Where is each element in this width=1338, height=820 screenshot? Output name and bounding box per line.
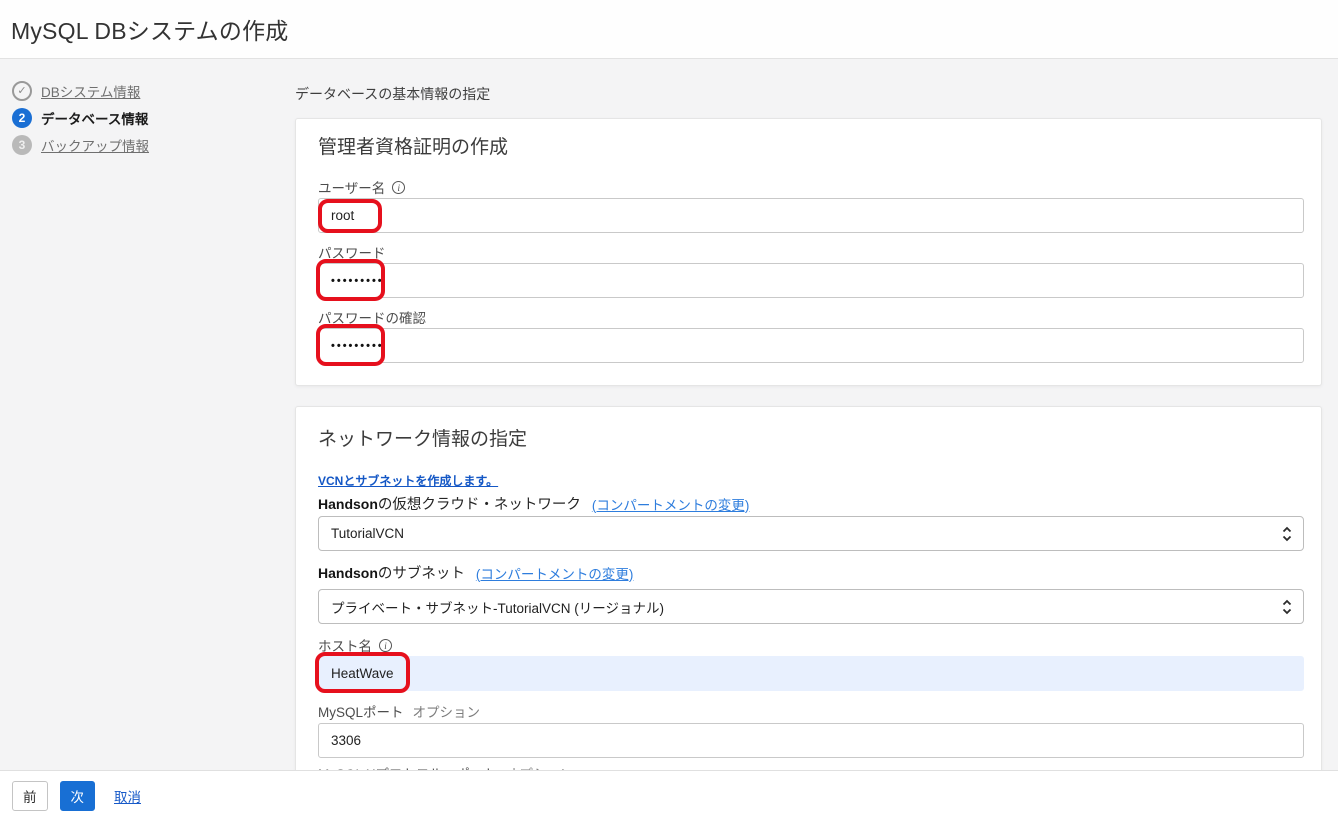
select-chevron-icon [1282, 599, 1292, 615]
credentials-card: 管理者資格証明の作成 ユーザー名 i パスワード パスワードの確認 [295, 118, 1322, 386]
hostname-input-wrap [318, 656, 1304, 691]
select-chevron-icon [1282, 526, 1292, 542]
wizard-step-db-system-info[interactable]: ✓ DBシステム情報 [12, 81, 292, 101]
subnet-select[interactable]: プライベート・サブネット-TutorialVCN (リージョナル) [318, 589, 1304, 624]
mysql-xport-label-text: MySQL Xプロトコル・ポート [318, 763, 497, 770]
wizard-step-backup-info[interactable]: 3 バックアップ情報 [12, 135, 292, 155]
subnet-select-value: プライベート・サブネット-TutorialVCN (リージョナル) [331, 597, 664, 617]
info-icon[interactable]: i [379, 639, 392, 652]
vcn-change-compartment-link[interactable]: (コンパートメントの変更) [592, 494, 750, 514]
network-card-title: ネットワーク情報の指定 [318, 429, 1304, 451]
wizard-step-label: データベース情報 [41, 108, 148, 128]
password-confirm-label-text: パスワードの確認 [318, 307, 426, 327]
password-confirm-input[interactable] [318, 328, 1304, 363]
mysql-port-label-text: MySQLポート [318, 701, 404, 721]
vcn-label-row: Handson の仮想クラウド・ネットワーク (コンパートメントの変更) [318, 495, 1304, 512]
password-confirm-label: パスワードの確認 [318, 309, 1304, 325]
create-vcn-link[interactable]: VCNとサブネットを作成します。 [318, 472, 498, 489]
step-number-icon: 2 [12, 108, 32, 128]
credentials-card-title: 管理者資格証明の作成 [318, 137, 1304, 159]
previous-button[interactable]: 前 [12, 781, 48, 811]
step-complete-check-icon: ✓ [12, 81, 32, 101]
section-subtitle: データベースの基本情報の指定 [295, 84, 1322, 100]
page-body: ✓ DBシステム情報 2 データベース情報 3 バックアップ情報 データベースの… [0, 60, 1338, 770]
password-input-wrap [318, 263, 1304, 298]
page-title: MySQL DBシステムの作成 [11, 12, 288, 46]
wizard-step-database-info: 2 データベース情報 [12, 108, 292, 128]
mysql-port-label: MySQLポート オプション [318, 703, 1304, 719]
next-button[interactable]: 次 [60, 781, 96, 811]
hostname-input[interactable] [318, 656, 1304, 691]
password-label: パスワード [318, 244, 1304, 260]
vcn-select-value: TutorialVCN [331, 526, 404, 541]
password-confirm-input-wrap [318, 328, 1304, 363]
vcn-select[interactable]: TutorialVCN [318, 516, 1304, 551]
username-label-text: ユーザー名 [318, 177, 385, 197]
network-card: ネットワーク情報の指定 VCNとサブネットを作成します。 Handson の仮想… [295, 406, 1322, 770]
username-input[interactable] [318, 198, 1304, 233]
step-number-icon: 3 [12, 135, 32, 155]
mysql-port-input-wrap [318, 723, 1304, 758]
subnet-change-compartment-link[interactable]: (コンパートメントの変更) [476, 563, 634, 583]
optional-tag: オプション [506, 763, 574, 770]
hostname-label-text: ホスト名 [318, 635, 372, 655]
wizard-step-label[interactable]: DBシステム情報 [41, 81, 140, 101]
wizard-steps-sidebar: ✓ DBシステム情報 2 データベース情報 3 バックアップ情報 [0, 60, 292, 162]
password-label-text: パスワード [318, 242, 386, 262]
vcn-label-text: の仮想クラウド・ネットワーク [378, 493, 581, 514]
hostname-label: ホスト名 i [318, 637, 1304, 653]
cancel-link[interactable]: 取消 [114, 786, 141, 806]
username-label: ユーザー名 i [318, 179, 1304, 195]
mysql-port-input[interactable] [318, 723, 1304, 758]
password-input[interactable] [318, 263, 1304, 298]
username-input-wrap [318, 198, 1304, 233]
info-icon[interactable]: i [392, 181, 405, 194]
subnet-label-text: のサブネット [378, 562, 465, 583]
optional-tag: オプション [413, 701, 481, 721]
page-header: MySQL DBシステムの作成 [0, 0, 1338, 59]
subnet-compartment-name: Handson [318, 565, 378, 581]
vcn-compartment-name: Handson [318, 496, 378, 512]
wizard-footer: 前 次 取消 [0, 770, 1338, 820]
wizard-step-label[interactable]: バックアップ情報 [41, 135, 149, 155]
main-form-column: データベースの基本情報の指定 管理者資格証明の作成 ユーザー名 i パスワード … [295, 60, 1322, 770]
subnet-label-row: Handson のサブネット (コンパートメントの変更) [318, 564, 1304, 581]
